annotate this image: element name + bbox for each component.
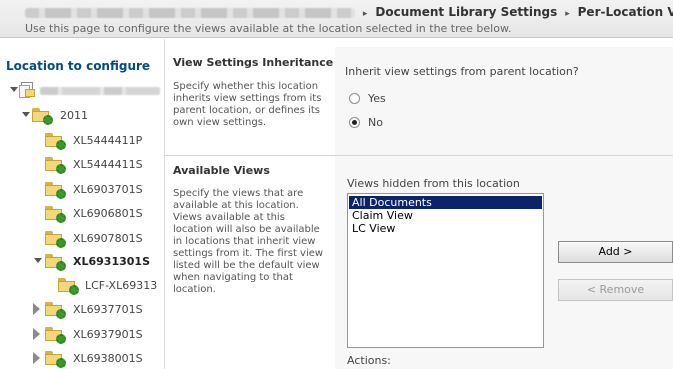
tree-node-xl6903701s[interactable]: XL6903701S	[0, 179, 164, 199]
folder-icon	[45, 157, 66, 174]
radio-no-label[interactable]: No	[368, 116, 383, 129]
breadcrumb-separator-icon: ▸	[565, 9, 570, 19]
add-button[interactable]: Add >	[558, 241, 673, 263]
breadcrumb-separator-icon: ▸	[362, 9, 368, 19]
inheritance-title: View Settings Inheritance	[173, 56, 334, 69]
radio-yes-label[interactable]: Yes	[368, 92, 386, 105]
folder-icon	[58, 278, 79, 295]
tree-node-label: XL6903701S	[73, 183, 143, 196]
inheritance-section-label: View Settings Inheritance Specify whethe…	[165, 47, 335, 155]
tree-node-lcf-xl69313[interactable]: LCF-XL69313	[0, 275, 164, 295]
collapsed-arrow-icon[interactable]	[33, 328, 40, 340]
folder-icon	[45, 254, 66, 271]
folder-icon	[45, 351, 66, 368]
views-section-label: Available Views Specify the views that a…	[165, 156, 335, 369]
tree-node-xl6931301s[interactable]: XL6931301S	[0, 251, 164, 271]
tree-node-label: 2011	[60, 109, 88, 122]
folder-icon	[45, 133, 66, 150]
hidden-views-listbox[interactable]: All Documents Claim View LC View	[347, 193, 544, 348]
tree-node-label: XL6906801S	[73, 207, 143, 220]
site-icon	[19, 82, 35, 98]
breadcrumb: ▸ Document Library Settings ▸ Per-Locati…	[25, 5, 673, 21]
breadcrumb-current: Per-Location Vie	[577, 5, 673, 19]
tree-node-xl6937701s[interactable]: XL6937701S	[0, 299, 164, 319]
page-header: ▸ Document Library Settings ▸ Per-Locati…	[0, 0, 673, 38]
actions-label: Actions:	[347, 354, 391, 367]
tree-node-label: XL5444411P	[73, 134, 143, 147]
tree-node-xl6907801s[interactable]: XL6907801S	[0, 228, 164, 248]
tree-node-xl6938001s[interactable]: XL6938001S	[0, 348, 164, 368]
folder-icon	[45, 302, 66, 319]
hidden-view-option[interactable]: Claim View	[349, 209, 542, 222]
tree-node-label: XL6907801S	[73, 232, 143, 245]
tree-root-label-redacted	[40, 87, 160, 95]
breadcrumb-doc-lib-settings[interactable]: Document Library Settings	[375, 5, 557, 19]
tree-node-label: LCF-XL69313	[85, 279, 158, 292]
folder-icon	[32, 108, 53, 125]
expanded-arrow-icon[interactable]	[34, 258, 42, 263]
tree-node-xl6906801s[interactable]: XL6906801S	[0, 203, 164, 223]
collapsed-arrow-icon[interactable]	[33, 303, 40, 315]
hidden-views-label: Views hidden from this location	[347, 177, 520, 190]
tree-node-label: XL6938001S	[73, 352, 143, 365]
radio-yes-button[interactable]	[349, 93, 360, 104]
folder-icon	[45, 231, 66, 248]
folder-icon	[45, 182, 66, 199]
hidden-view-option[interactable]: LC View	[349, 222, 542, 235]
tree-node-xl6937901s[interactable]: XL6937901S	[0, 324, 164, 344]
views-description: Specify the views that are available at …	[173, 188, 324, 295]
location-tree-panel: Location to configure 2011 XL5444411P XL…	[0, 39, 165, 369]
views-title: Available Views	[173, 164, 270, 177]
remove-button[interactable]: < Remove	[558, 279, 673, 301]
tree-title: Location to configure	[6, 59, 151, 73]
hidden-view-option[interactable]: All Documents	[349, 196, 542, 209]
tree-node-label: XL6937901S	[73, 328, 143, 341]
inheritance-description: Specify whether this location inherits v…	[173, 81, 322, 128]
tree-node-xl5444411p[interactable]: XL5444411P	[0, 130, 164, 150]
expanded-arrow-icon[interactable]	[22, 112, 30, 117]
tree-node-label: XL5444411S	[73, 158, 143, 171]
page-description: Use this page to configure the views ava…	[25, 22, 512, 35]
tree-node-label-selected: XL6931301S	[73, 255, 150, 268]
breadcrumb-site-redacted	[25, 7, 355, 18]
inherit-question: Inherit view settings from parent locati…	[345, 65, 579, 78]
folder-icon	[45, 206, 66, 223]
collapsed-arrow-icon[interactable]	[33, 352, 40, 364]
expanded-arrow-icon[interactable]	[10, 87, 18, 92]
tree-node-2011[interactable]: 2011	[0, 105, 164, 125]
folder-icon	[45, 327, 66, 344]
tree-node-root[interactable]	[0, 80, 164, 100]
tree-node-xl5444411s[interactable]: XL5444411S	[0, 154, 164, 174]
tree-node-label: XL6937701S	[73, 303, 143, 316]
radio-no-button[interactable]	[349, 117, 360, 128]
